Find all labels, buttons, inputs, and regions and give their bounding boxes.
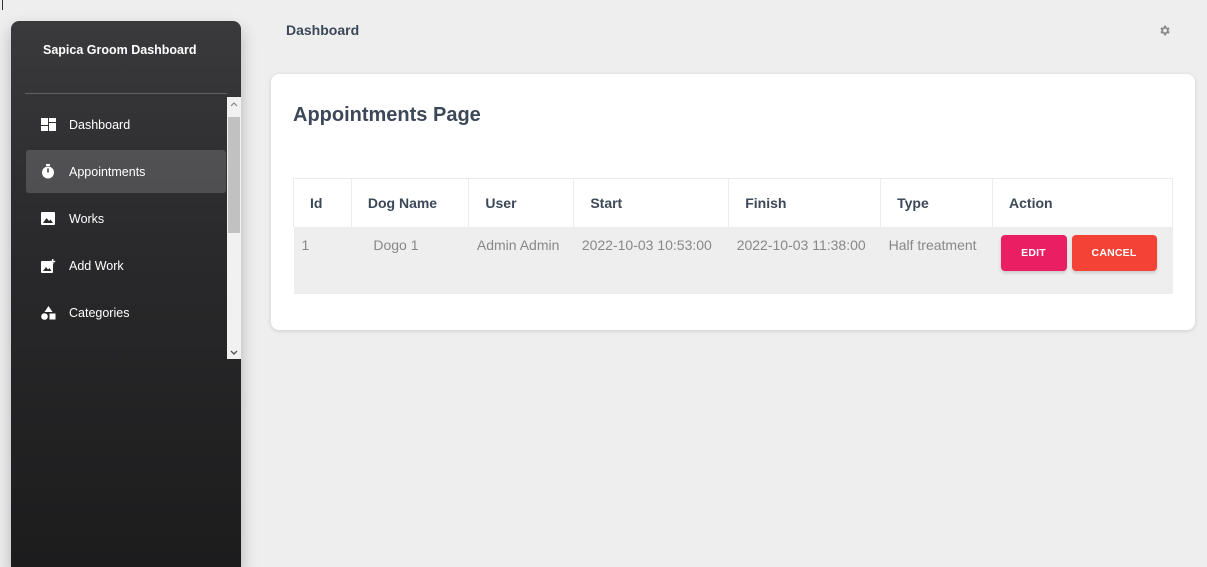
sidebar-nav: Dashboard Appointments Works Add Work Ca… — [26, 103, 226, 338]
sidebar-item-label: Add Work — [69, 258, 124, 273]
cell-id: 1 — [301, 236, 310, 253]
cell-type: Half treatment — [888, 236, 977, 253]
image-icon — [40, 211, 56, 227]
cell-user: Admin Admin — [476, 236, 560, 253]
sidebar-item-add-work[interactable]: Add Work — [26, 244, 226, 287]
sidebar-item-works[interactable]: Works — [26, 197, 226, 240]
scroll-up-arrow-icon[interactable] — [227, 97, 241, 111]
cell-dog-name: Dogo 1 — [373, 236, 419, 253]
brand-title[interactable]: Sapica Groom Dashboard — [43, 43, 213, 57]
sidebar-item-appointments[interactable]: Appointments — [26, 150, 226, 193]
cancel-button[interactable]: CANCEL — [1071, 234, 1157, 271]
column-header-action: Action — [992, 178, 1173, 227]
sidebar-item-dashboard[interactable]: Dashboard — [26, 103, 226, 146]
appointments-card: Appointments Page Id Dog Name User Start… — [271, 74, 1195, 330]
cell-finish: 2022-10-03 11:38:00 — [736, 236, 866, 253]
column-header-start: Start — [573, 178, 730, 227]
page-title: Dashboard — [286, 22, 360, 38]
column-header-finish: Finish — [728, 178, 882, 227]
scroll-down-arrow-icon[interactable] — [227, 345, 241, 359]
timer-icon — [40, 164, 56, 180]
table-header-row: Id Dog Name User Start Finish Type Actio… — [293, 178, 1173, 227]
column-header-type: Type — [880, 178, 994, 227]
sidebar: Sapica Groom Dashboard Dashboard Appoint… — [11, 21, 241, 567]
edit-button[interactable]: EDIT — [1000, 234, 1067, 271]
sidebar-scrollbar[interactable] — [227, 97, 241, 359]
sidebar-item-label: Dashboard — [69, 117, 131, 132]
dashboard-icon — [40, 117, 56, 133]
appointments-table: Id Dog Name User Start Finish Type Actio… — [293, 178, 1173, 294]
column-header-dog-name: Dog Name — [350, 178, 470, 227]
brand-divider — [25, 93, 227, 94]
scrollbar-thumb[interactable] — [228, 117, 240, 233]
sidebar-item-label: Categories — [69, 305, 130, 320]
column-header-user: User — [468, 178, 575, 227]
column-header-id: Id — [293, 178, 352, 227]
cell-start: 2022-10-03 10:53:00 — [581, 236, 712, 253]
gear-icon[interactable] — [1158, 24, 1171, 37]
cell-action: EDIT CANCEL — [993, 227, 1173, 294]
sidebar-item-label: Appointments — [69, 164, 146, 179]
add-photo-icon — [40, 258, 56, 274]
category-icon — [40, 305, 56, 321]
text-cursor — [2, 0, 3, 10]
sidebar-item-label: Works — [69, 211, 105, 226]
table-row: 1 Dogo 1 Admin Admin 2022-10-03 10:53:00… — [293, 226, 1173, 294]
sidebar-item-categories[interactable]: Categories — [26, 291, 226, 334]
card-title: Appointments Page — [293, 104, 481, 126]
